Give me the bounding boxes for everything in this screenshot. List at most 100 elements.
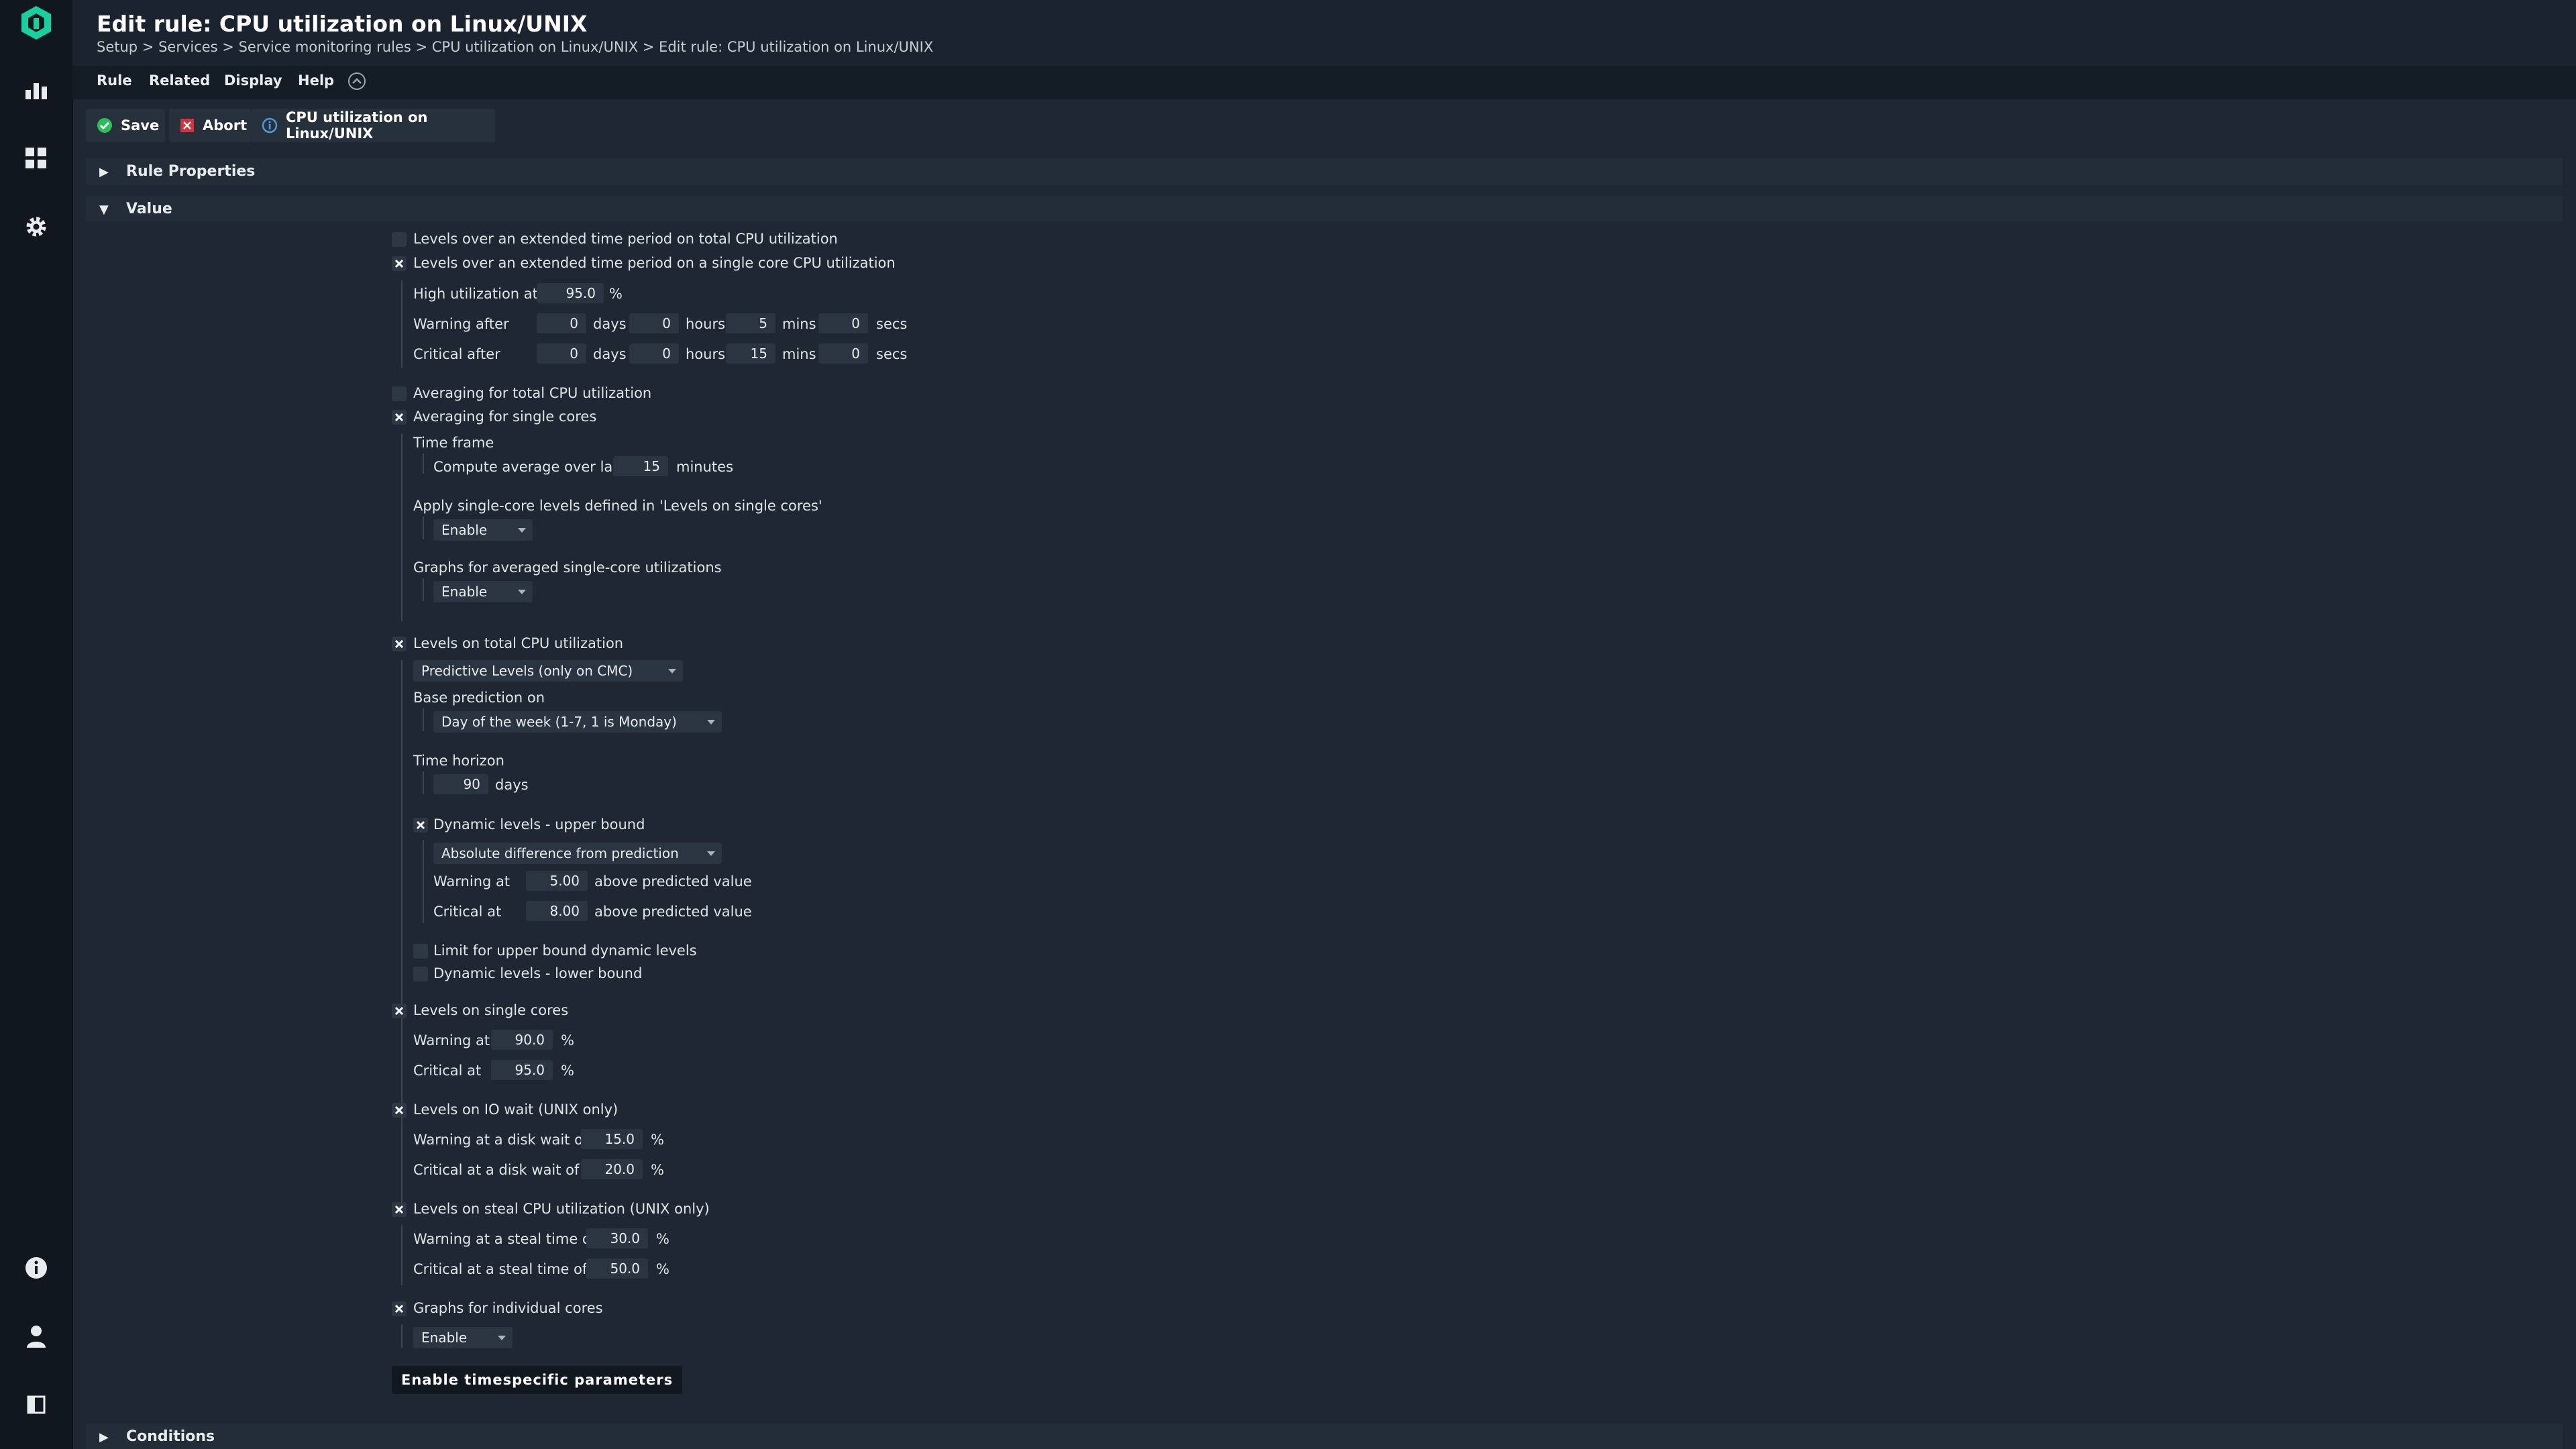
base-prediction-select[interactable]: Day of the week (1-7, 1 is Monday): [433, 711, 722, 733]
section-value[interactable]: ▼ Value: [86, 196, 2563, 223]
checkbox-levels-steal[interactable]: [392, 1202, 407, 1217]
rule-reference-button[interactable]: CPU utilization on Linux/UNIX: [251, 109, 495, 142]
abort-x-icon: [180, 117, 195, 133]
dyn-upper-select[interactable]: Absolute difference from prediction: [433, 843, 722, 864]
checkbox-levels-io[interactable]: [392, 1103, 407, 1118]
levels-total-select[interactable]: Predictive Levels (only on CMC): [413, 660, 683, 682]
unit-secs: secs: [876, 346, 908, 362]
section-rule-properties-label: Rule Properties: [126, 163, 256, 180]
label-above-pred: above predicted value: [594, 873, 752, 890]
time-horizon-input[interactable]: 90: [433, 774, 488, 794]
gear-icon[interactable]: [19, 209, 54, 244]
menu-help[interactable]: Help: [298, 72, 334, 89]
io-crit-input[interactable]: 20.0: [581, 1159, 643, 1179]
label-levels-steal: Levels on steal CPU utilization (UNIX on…: [413, 1201, 710, 1217]
group-line: [423, 840, 424, 923]
apply-single-select[interactable]: Enable: [433, 519, 533, 541]
save-button[interactable]: Save: [86, 109, 165, 142]
crit-days-input[interactable]: 0: [537, 343, 586, 364]
unit-pct: %: [656, 1261, 669, 1277]
section-conditions-label: Conditions: [126, 1428, 215, 1445]
label-above-pred: above predicted value: [594, 904, 752, 920]
chevron-down-icon: [707, 851, 715, 856]
expand-right-icon: ▶: [99, 1430, 109, 1444]
menu-rule[interactable]: Rule: [97, 72, 132, 89]
single-warn-input[interactable]: 90.0: [491, 1030, 553, 1050]
crit-hours-input[interactable]: 0: [629, 343, 679, 364]
label-dyn-upper: Dynamic levels - upper bound: [433, 816, 645, 833]
unit-days: days: [593, 346, 627, 362]
label-avg-single: Averaging for single cores: [413, 409, 597, 425]
label-dyn-lower: Dynamic levels - lower bound: [433, 965, 643, 981]
label-compute-avg: Compute average over last: [433, 459, 626, 475]
page-header: Edit rule: CPU utilization on Linux/UNIX…: [72, 0, 2576, 66]
checkbox-dyn-lower[interactable]: [413, 967, 428, 981]
collapse-up-icon[interactable]: [347, 72, 366, 94]
io-warn-input[interactable]: 15.0: [581, 1129, 643, 1149]
label-io-critical: Critical at a disk wait of: [413, 1162, 580, 1178]
unit-secs: secs: [876, 316, 908, 332]
toolbar: Save Abort CPU utilization on Linux/UNIX: [72, 99, 2576, 149]
checkbox-graphs-cores[interactable]: [392, 1301, 407, 1316]
warn-mins-input[interactable]: 5: [726, 313, 775, 333]
abort-button[interactable]: Abort: [169, 109, 251, 142]
unit-pct: %: [561, 1032, 574, 1049]
crit-secs-input[interactable]: 0: [818, 343, 868, 364]
unit-hours: hours: [686, 316, 726, 332]
group-line: [401, 433, 402, 621]
section-conditions[interactable]: ▶ Conditions: [86, 1424, 2563, 1449]
group-line: [401, 1026, 402, 1087]
warn-secs-input[interactable]: 0: [818, 313, 868, 333]
checkbox-ext-single[interactable]: [392, 256, 407, 271]
label-levels-total: Levels on total CPU utilization: [413, 635, 624, 651]
single-crit-input[interactable]: 95.0: [491, 1060, 553, 1080]
group-line: [423, 453, 424, 474]
compute-avg-input[interactable]: 15: [613, 456, 668, 476]
label-ext-total: Levels over an extended time period on t…: [413, 231, 838, 247]
unit-minutes: minutes: [676, 459, 734, 475]
breadcrumb[interactable]: Setup > Services > Service monitoring ru…: [97, 39, 933, 55]
checkbox-ext-total[interactable]: [392, 232, 407, 247]
dashboard-icon[interactable]: [19, 141, 54, 176]
warn-hours-input[interactable]: 0: [629, 313, 679, 333]
label-steal-warning: Warning at a steal time of: [413, 1231, 596, 1247]
chevron-down-icon: [668, 669, 676, 674]
graphs-avg-select[interactable]: Enable: [433, 581, 533, 602]
label-time-horizon: Time horizon: [413, 753, 504, 769]
steal-crit-input[interactable]: 50.0: [586, 1258, 648, 1279]
label-warning-after: Warning after: [413, 316, 509, 332]
checkbox-levels-single[interactable]: [392, 1004, 407, 1018]
dyn-crit-input[interactable]: 8.00: [526, 901, 588, 921]
unit-hours: hours: [686, 346, 726, 362]
group-line: [401, 1225, 402, 1285]
high-util-input[interactable]: 95.0: [537, 283, 604, 303]
unit-pct: %: [651, 1162, 664, 1178]
unit-pct: %: [656, 1231, 669, 1247]
levels-total-select-value: Predictive Levels (only on CMC): [421, 663, 633, 679]
checkbox-avg-total[interactable]: [392, 386, 407, 401]
brand-logo-icon[interactable]: [19, 5, 54, 40]
menu-related[interactable]: Related: [149, 72, 210, 89]
checkbox-levels-total[interactable]: [392, 637, 407, 651]
label-avg-total: Averaging for total CPU utilization: [413, 385, 652, 401]
crit-mins-input[interactable]: 15: [726, 343, 775, 364]
sidebar: [0, 0, 73, 1449]
timespecific-button[interactable]: Enable timespecific parameters: [392, 1366, 683, 1394]
graphs-cores-select[interactable]: Enable: [413, 1327, 513, 1348]
monitor-icon[interactable]: [19, 72, 54, 107]
group-line: [401, 280, 402, 368]
label-ext-single: Levels over an extended time period on a…: [413, 255, 896, 271]
steal-warn-input[interactable]: 30.0: [586, 1228, 648, 1248]
info-icon[interactable]: [19, 1250, 54, 1285]
section-rule-properties[interactable]: ▶ Rule Properties: [86, 158, 2563, 185]
checkbox-limit-upper[interactable]: [413, 944, 428, 959]
checkbox-dyn-upper[interactable]: [413, 818, 428, 833]
warn-days-input[interactable]: 0: [537, 313, 586, 333]
menu-display[interactable]: Display: [224, 72, 282, 89]
user-icon[interactable]: [19, 1319, 54, 1354]
sidebar-toggle-icon[interactable]: [19, 1387, 54, 1422]
checkbox-avg-single[interactable]: [392, 410, 407, 425]
dyn-warn-input[interactable]: 5.00: [526, 871, 588, 891]
chevron-down-icon: [518, 528, 526, 533]
label-limit-upper: Limit for upper bound dynamic levels: [433, 943, 697, 959]
